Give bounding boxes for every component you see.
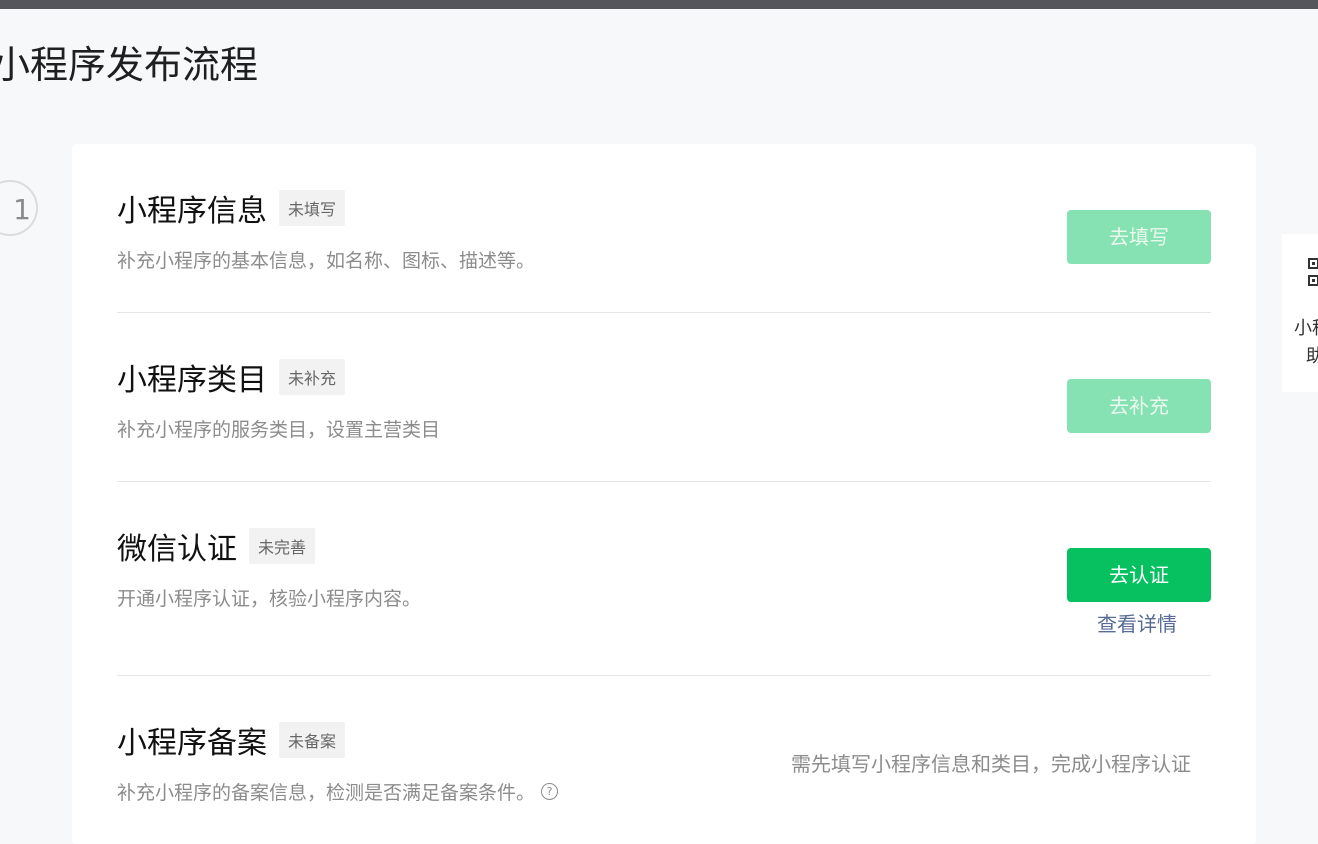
side-panel-label-line2: 助手 <box>1306 346 1318 367</box>
divider <box>117 481 1211 482</box>
step-title: 微信认证 <box>117 532 237 567</box>
step-number-badge: 1 <box>0 180 38 236</box>
fill-in-button[interactable]: 去填写 <box>1067 210 1211 264</box>
step-description: 补充小程序的备案信息，检测是否满足备案条件。 <box>117 782 536 804</box>
status-badge: 未补充 <box>279 359 346 395</box>
question-mark-icon[interactable]: ? <box>541 783 559 800</box>
publish-steps-card: 小程序信息 未填写 补充小程序的基本信息，如名称、图标、描述等。 去填写 小程序… <box>72 144 1256 844</box>
status-badge: 未完善 <box>249 528 316 564</box>
step-description: 补充小程序的服务类目，设置主营类目 <box>117 419 441 441</box>
step-title: 小程序类目 <box>117 363 267 398</box>
top-bar <box>0 0 1318 9</box>
view-details-link[interactable]: 查看详情 <box>1097 608 1177 637</box>
step-title: 小程序信息 <box>117 194 267 229</box>
step-description: 补充小程序的基本信息，如名称、图标、描述等。 <box>117 250 536 272</box>
divider <box>117 312 1211 313</box>
status-badge: 未填写 <box>279 190 346 226</box>
supplement-button[interactable]: 去补充 <box>1067 379 1211 433</box>
step-wechat-verification: 微信认证 未完善 开通小程序认证，核验小程序内容。 <box>117 524 1211 611</box>
filing-prerequisite-hint: 需先填写小程序信息和类目，完成小程序认证 <box>791 752 1191 776</box>
verify-button[interactable]: 去认证 <box>1067 548 1211 602</box>
side-panel-label-line1: 小程 <box>1294 318 1318 339</box>
qrcode-icon <box>1308 258 1318 286</box>
step-description: 开通小程序认证，核验小程序内容。 <box>117 588 422 610</box>
assistant-side-panel[interactable]: 小程 助手 <box>1282 234 1318 392</box>
step-description-row: 补充小程序的备案信息，检测是否满足备案条件。 ? <box>117 778 1211 805</box>
page-title: 小程序发布流程 <box>0 43 259 87</box>
divider <box>117 675 1211 676</box>
step-title: 小程序备案 <box>117 726 267 761</box>
step-mini-program-category: 小程序类目 未补充 补充小程序的服务类目，设置主营类目 <box>117 355 1211 442</box>
step-mini-program-info: 小程序信息 未填写 补充小程序的基本信息，如名称、图标、描述等。 <box>117 186 1211 273</box>
status-badge: 未备案 <box>279 722 346 758</box>
